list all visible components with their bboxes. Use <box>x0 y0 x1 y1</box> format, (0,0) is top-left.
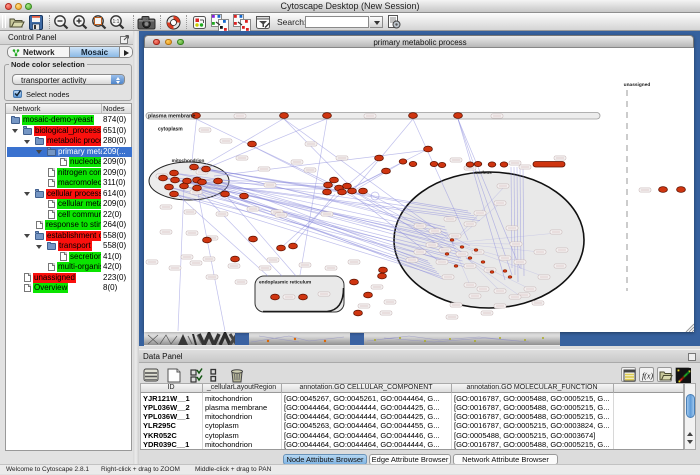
svg-text:mitochondrion: mitochondrion <box>172 158 205 163</box>
svg-text:plasma membrane: plasma membrane <box>148 114 195 120</box>
svg-text:endoplasmic reticulum: endoplasmic reticulum <box>259 280 311 286</box>
svg-text:cytoplasm: cytoplasm <box>158 127 183 133</box>
svg-text:nucleus: nucleus <box>474 170 492 175</box>
svg-text:unassigned: unassigned <box>624 82 651 88</box>
svg-text:f(x): f(x) <box>642 372 653 381</box>
